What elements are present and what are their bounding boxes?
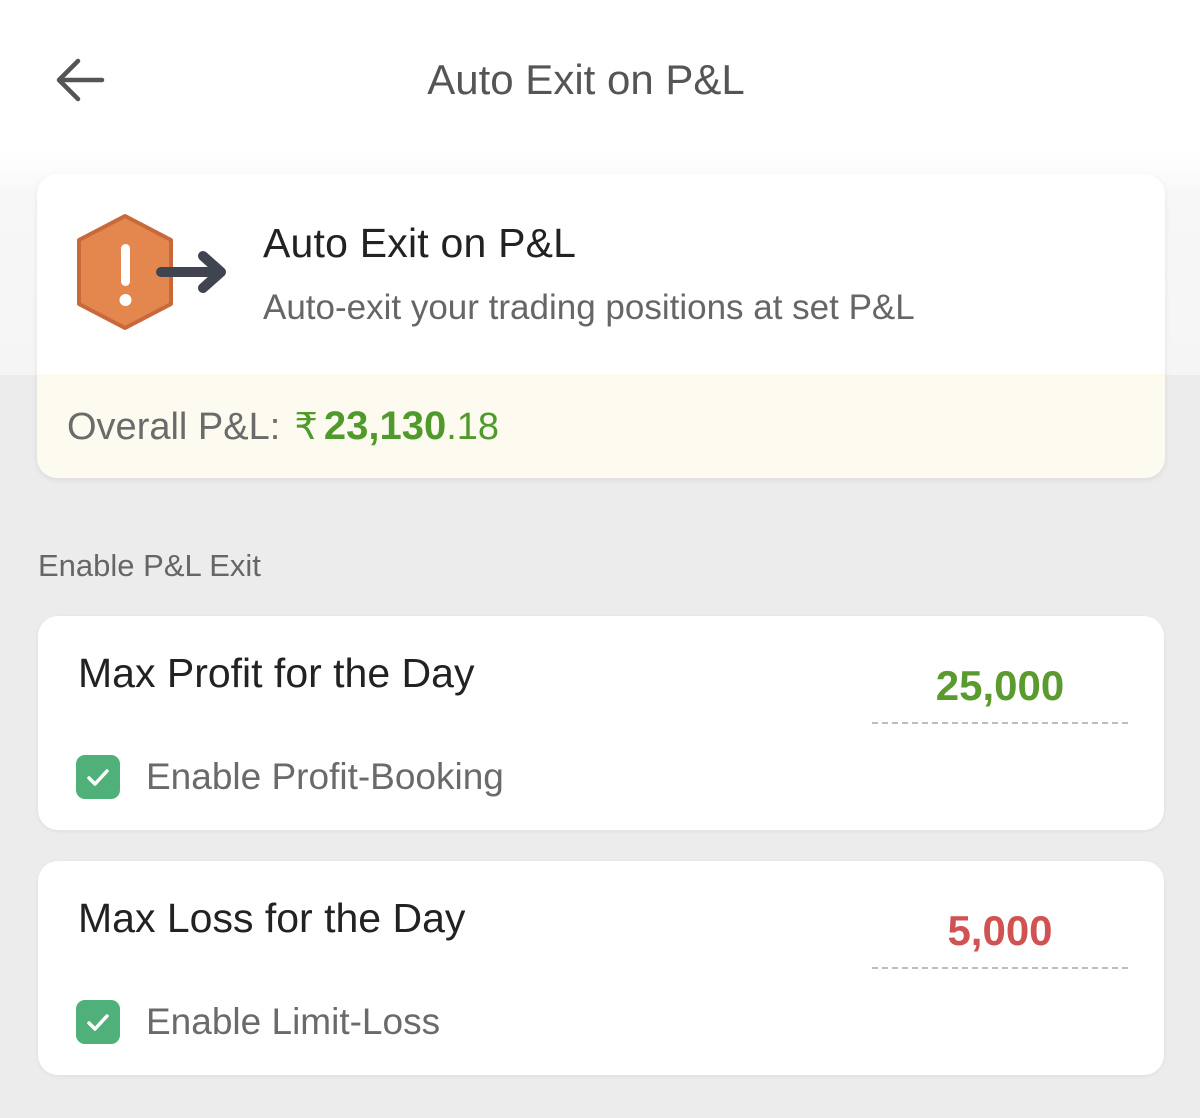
overall-pl-row: Overall P&L: ₹23,130.18 xyxy=(67,404,499,449)
max-profit-title: Max Profit for the Day xyxy=(78,650,475,696)
check-icon xyxy=(87,1014,109,1031)
limit-loss-label: Enable Limit-Loss xyxy=(146,1001,441,1042)
max-loss-input[interactable] xyxy=(872,895,1128,969)
check-icon xyxy=(87,769,109,786)
page-title: Auto Exit on P&L xyxy=(427,56,745,103)
profit-booking-label: Enable Profit-Booking xyxy=(146,756,504,797)
overall-pl-value: ₹23,130.18 xyxy=(294,404,500,448)
app-header: Auto Exit on P&L xyxy=(0,0,1200,160)
overall-pl-value-integer: 23,130 xyxy=(323,404,447,448)
warning-hexagon-exit-icon xyxy=(77,214,226,330)
limit-loss-checkbox[interactable] xyxy=(76,1000,120,1044)
rupee-symbol: ₹ xyxy=(294,406,318,447)
max-profit-input[interactable] xyxy=(872,650,1128,724)
info-card-header: Auto Exit on P&L Auto-exit your trading … xyxy=(37,174,1165,374)
overall-pl-label: Overall P&L: xyxy=(67,406,281,448)
section-label: Enable P&L Exit xyxy=(38,548,261,583)
enable-profit-booking-toggle[interactable]: Enable Profit-Booking xyxy=(76,754,504,800)
enable-limit-loss-toggle[interactable]: Enable Limit-Loss xyxy=(76,999,440,1045)
max-loss-card: Max Loss for the Day Enable Limit-Loss xyxy=(38,861,1164,1075)
profit-booking-checkbox[interactable] xyxy=(76,755,120,799)
max-profit-card: Max Profit for the Day Enable Profit-Boo… xyxy=(38,616,1164,830)
auto-exit-info-card: Auto Exit on P&L Auto-exit your trading … xyxy=(37,174,1165,478)
max-loss-title: Max Loss for the Day xyxy=(78,895,466,941)
overall-pl-value-decimal: .18 xyxy=(446,406,500,448)
info-card-title: Auto Exit on P&L xyxy=(263,220,577,266)
info-card-subtitle: Auto-exit your trading positions at set … xyxy=(263,288,915,327)
